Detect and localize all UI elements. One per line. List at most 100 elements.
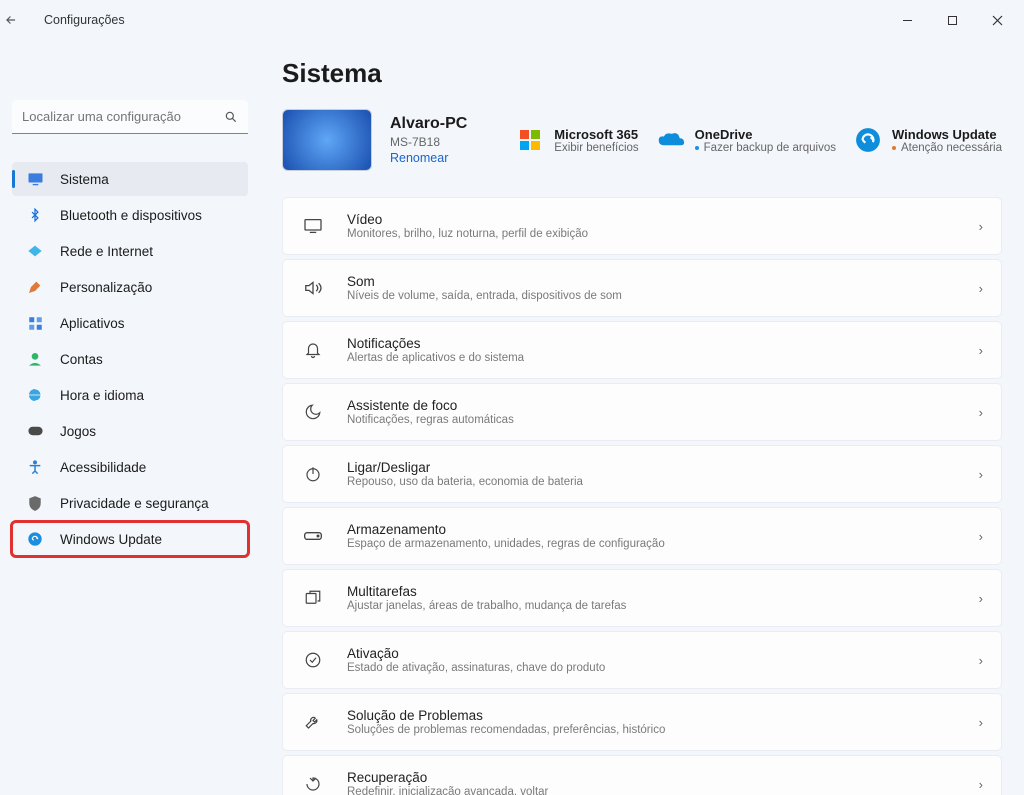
- card-title: Recuperação: [347, 770, 979, 785]
- onedrive-title: OneDrive: [695, 127, 836, 142]
- personalization-icon: [24, 278, 46, 296]
- privacy-icon: [24, 494, 46, 512]
- nav-label: Acessibilidade: [60, 460, 146, 475]
- chevron-right-icon: ›: [979, 467, 983, 482]
- card-multitarefas[interactable]: MultitarefasAjustar janelas, áreas de tr…: [282, 569, 1002, 627]
- power-icon: [301, 465, 325, 483]
- display-icon: [301, 218, 325, 234]
- card-notificacoes[interactable]: NotificaçõesAlertas de aplicativos e do …: [282, 321, 1002, 379]
- chevron-right-icon: ›: [979, 281, 983, 296]
- close-button[interactable]: [975, 5, 1020, 35]
- display-icon: [24, 170, 46, 188]
- card-ativacao[interactable]: AtivaçãoEstado de ativação, assinaturas,…: [282, 631, 1002, 689]
- ms365-sub: Exibir benefícios: [554, 142, 638, 154]
- nav-item-rede[interactable]: Rede e Internet: [12, 234, 248, 268]
- maximize-button[interactable]: [930, 5, 975, 35]
- card-sub: Repouso, uso da bateria, economia de bat…: [347, 476, 979, 488]
- chevron-right-icon: ›: [979, 529, 983, 544]
- card-recuperacao[interactable]: RecuperaçãoRedefinir, inicialização avan…: [282, 755, 1002, 795]
- window-title: Configurações: [44, 13, 125, 27]
- nav-item-bluetooth[interactable]: Bluetooth e dispositivos: [12, 198, 248, 232]
- nav-item-hora[interactable]: Hora e idioma: [12, 378, 248, 412]
- apps-icon: [24, 314, 46, 332]
- card-title: Vídeo: [347, 212, 979, 227]
- card-sub: Níveis de volume, saída, entrada, dispos…: [347, 290, 979, 302]
- wrench-icon: [301, 713, 325, 731]
- windows-update-icon: [24, 530, 46, 548]
- search-input[interactable]: [22, 109, 224, 124]
- nav-list: Sistema Bluetooth e dispositivos Rede e …: [12, 162, 248, 556]
- accounts-icon: [24, 350, 46, 368]
- nav-label: Aplicativos: [60, 316, 125, 331]
- chevron-right-icon: ›: [979, 715, 983, 730]
- card-video[interactable]: VídeoMonitores, brilho, luz noturna, per…: [282, 197, 1002, 255]
- nav-label: Windows Update: [60, 532, 162, 547]
- chevron-right-icon: ›: [979, 777, 983, 792]
- card-sub: Redefinir, inicialização avançada, volta…: [347, 786, 979, 795]
- nav-label: Privacidade e segurança: [60, 496, 209, 511]
- nav-item-contas[interactable]: Contas: [12, 342, 248, 376]
- time-language-icon: [24, 386, 46, 404]
- header-cards: Alvaro-PC MS-7B18 Renomear Microsoft 365…: [282, 109, 1002, 171]
- nav-item-privacidade[interactable]: Privacidade e segurança: [12, 486, 248, 520]
- card-sub: Ajustar janelas, áreas de trabalho, muda…: [347, 600, 979, 612]
- card-sub: Soluções de problemas recomendadas, pref…: [347, 724, 979, 736]
- pc-thumbnail[interactable]: [282, 109, 372, 171]
- rename-link[interactable]: Renomear: [390, 151, 467, 165]
- nav-item-personalizacao[interactable]: Personalização: [12, 270, 248, 304]
- moon-icon: [301, 403, 325, 421]
- chevron-right-icon: ›: [979, 653, 983, 668]
- search-icon: [224, 110, 238, 124]
- ms365-title: Microsoft 365: [554, 127, 638, 142]
- nav-label: Personalização: [60, 280, 152, 295]
- nav-label: Rede e Internet: [60, 244, 153, 259]
- onedrive-card[interactable]: OneDrive Fazer backup de arquivos: [657, 126, 836, 154]
- nav-item-sistema[interactable]: Sistema: [12, 162, 248, 196]
- card-sub: Notificações, regras automáticas: [347, 414, 979, 426]
- bell-icon: [301, 341, 325, 359]
- card-title: Som: [347, 274, 979, 289]
- nav-label: Sistema: [60, 172, 109, 187]
- card-ligar[interactable]: Ligar/DesligarRepouso, uso da bateria, e…: [282, 445, 1002, 503]
- update-card[interactable]: Windows Update Atenção necessária: [854, 126, 1002, 154]
- chevron-right-icon: ›: [979, 343, 983, 358]
- gaming-icon: [24, 422, 46, 440]
- onedrive-sub: Fazer backup de arquivos: [704, 142, 836, 154]
- card-title: Multitarefas: [347, 584, 979, 599]
- nav-item-windows-update[interactable]: Windows Update: [12, 522, 248, 556]
- card-som[interactable]: SomNíveis de volume, saída, entrada, dis…: [282, 259, 1002, 317]
- update-icon: [854, 126, 882, 154]
- network-icon: [24, 242, 46, 260]
- search-box[interactable]: [12, 100, 248, 134]
- update-title: Windows Update: [892, 127, 1002, 142]
- status-dot-icon: [695, 146, 699, 150]
- card-solucao[interactable]: Solução de ProblemasSoluções de problema…: [282, 693, 1002, 751]
- sidebar: Sistema Bluetooth e dispositivos Rede e …: [0, 40, 260, 795]
- nav-item-acessibilidade[interactable]: Acessibilidade: [12, 450, 248, 484]
- minimize-button[interactable]: [885, 5, 930, 35]
- pc-name: Alvaro-PC: [390, 115, 467, 133]
- ms365-icon: [516, 126, 544, 154]
- chevron-right-icon: ›: [979, 219, 983, 234]
- card-title: Armazenamento: [347, 522, 979, 537]
- multitask-icon: [301, 589, 325, 607]
- card-foco[interactable]: Assistente de focoNotificações, regras a…: [282, 383, 1002, 441]
- titlebar: Configurações: [0, 0, 1024, 40]
- update-sub: Atenção necessária: [901, 142, 1002, 154]
- sound-icon: [301, 280, 325, 296]
- accessibility-icon: [24, 458, 46, 476]
- nav-item-aplicativos[interactable]: Aplicativos: [12, 306, 248, 340]
- nav-item-jogos[interactable]: Jogos: [12, 414, 248, 448]
- card-armazenamento[interactable]: ArmazenamentoEspaço de armazenamento, un…: [282, 507, 1002, 565]
- card-sub: Alertas de aplicativos e do sistema: [347, 352, 979, 364]
- window-controls: [885, 5, 1020, 35]
- card-title: Assistente de foco: [347, 398, 979, 413]
- pc-model: MS-7B18: [390, 135, 467, 149]
- check-circle-icon: [301, 651, 325, 669]
- nav-label: Contas: [60, 352, 103, 367]
- status-dot-warn-icon: [892, 146, 896, 150]
- chevron-right-icon: ›: [979, 405, 983, 420]
- ms365-card[interactable]: Microsoft 365 Exibir benefícios: [516, 126, 638, 154]
- back-button[interactable]: [4, 13, 44, 27]
- card-sub: Monitores, brilho, luz noturna, perfil d…: [347, 228, 979, 240]
